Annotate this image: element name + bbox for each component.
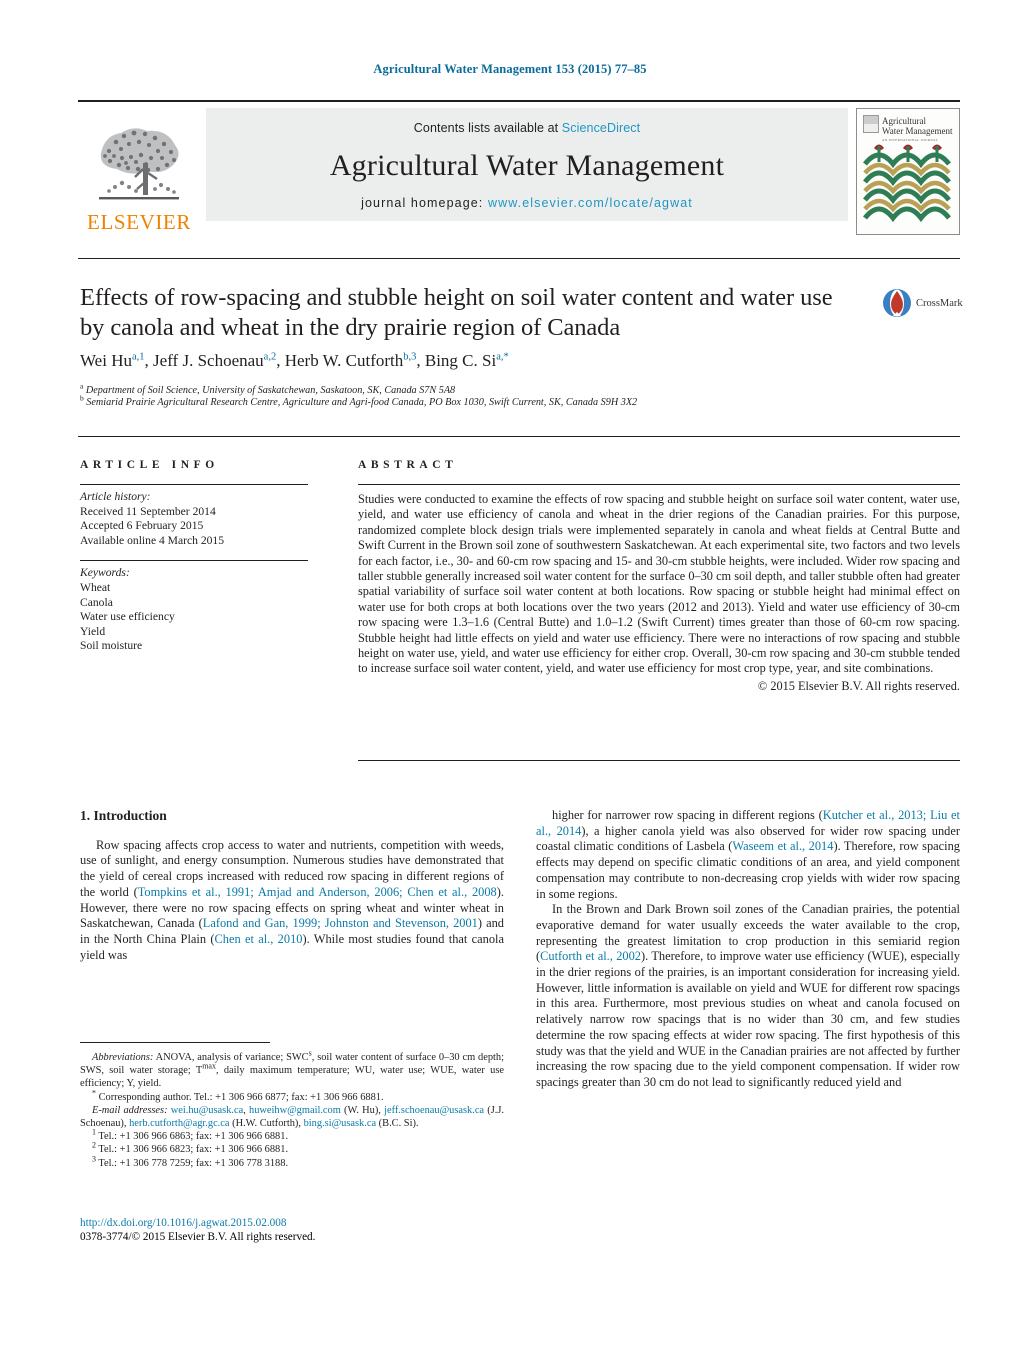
crossmark-badge[interactable]: CrossMark <box>882 288 963 318</box>
keywords-label: Keywords: <box>80 566 130 580</box>
keyword-item: Water use efficiency <box>80 610 175 624</box>
abstract-rule-bottom <box>358 760 960 761</box>
info-abstract-divider <box>78 436 960 437</box>
cover-elsevier-logo-icon <box>863 115 879 133</box>
affiliation-b-marker: b <box>80 393 84 403</box>
footnote-emails: E-mail addresses: wei.hu@usask.ca, huwei… <box>80 1104 504 1130</box>
abstract-copyright: © 2015 Elsevier B.V. All rights reserved… <box>757 678 960 693</box>
history-received: Received 11 September 2014 <box>80 504 216 518</box>
article-history-block: Article history: Received 11 September 2… <box>80 485 308 548</box>
cover-title-line2: Water Management <box>882 126 953 136</box>
running-head: Agricultural Water Management 153 (2015)… <box>373 62 647 76</box>
affiliation-b: b Semiarid Prairie Agricultural Research… <box>80 393 940 410</box>
keyword-item: Wheat <box>80 580 111 594</box>
abstract-text: Studies were conducted to examine the ef… <box>358 492 960 676</box>
footnote-note-3: 3 Tel.: +1 306 778 7259; fax: +1 306 778… <box>92 1154 289 1169</box>
footnote-note-1: 1 Tel.: +1 306 966 6863; fax: +1 306 966… <box>92 1127 289 1143</box>
journal-banner: ELSEVIER Contents lists available at Sci… <box>78 100 960 235</box>
elsevier-wordmark: ELSEVIER <box>87 210 191 234</box>
keyword-item: Soil moisture <box>80 639 143 653</box>
paper-page: Agricultural Water Management 153 (2015)… <box>0 0 1020 1351</box>
introduction-left-column: 1. Introduction Row spacing affects crop… <box>80 808 504 963</box>
journal-title: Agricultural Water Management <box>329 148 725 182</box>
footnotes-block: Abbreviations: ANOVA, analysis of varian… <box>80 1048 504 1170</box>
abstract-heading: ABSTRACT <box>358 459 458 471</box>
doi-link[interactable]: http://dx.doi.org/10.1016/j.agwat.2015.0… <box>80 1216 504 1230</box>
intro-paragraph-3: In the Brown and Dark Brown soil zones o… <box>536 902 960 1089</box>
crossmark-label: CrossMark <box>916 297 963 309</box>
section-heading-introduction: 1. Introduction <box>80 808 167 823</box>
footnote-note-2: 2 Tel.: +1 306 966 6823; fax: +1 306 966… <box>92 1140 289 1156</box>
title-divider <box>78 258 960 259</box>
sciencedirect-link[interactable]: ScienceDirect <box>562 121 640 135</box>
footnote-divider <box>80 1042 270 1043</box>
history-available-online: Available online 4 March 2015 <box>80 533 225 547</box>
crossmark-icon <box>883 289 911 317</box>
elsevier-tree-icon <box>99 128 179 200</box>
intro-paragraph-1: Row spacing affects crop access to water… <box>80 837 504 962</box>
article-info-heading: ARTICLE INFO <box>80 459 219 471</box>
keywords-block: Keywords: Wheat Canola Water use efficie… <box>80 561 308 654</box>
elsevier-logo: ELSEVIER <box>78 108 200 235</box>
introduction-right-column: higher for narrower row spacing in diffe… <box>536 808 960 1091</box>
footnote-abbreviations: Abbreviations: ANOVA, analysis of varian… <box>80 1048 504 1090</box>
issn-copyright-line: 0378-3774/© 2015 Elsevier B.V. All right… <box>80 1231 316 1243</box>
affiliation-b-text: Semiarid Prairie Agricultural Research C… <box>86 397 638 408</box>
author-list: Wei Hua,1, Jeff J. Schoenaua,2, Herb W. … <box>80 351 509 370</box>
article-history-label: Article history: <box>80 490 151 503</box>
affiliation-a: a Department of Soil Science, University… <box>80 381 940 398</box>
history-accepted: Accepted 6 February 2015 <box>80 519 204 533</box>
affiliation-a-marker: a <box>80 381 84 391</box>
homepage-prefix: journal homepage: <box>361 196 488 210</box>
keyword-item: Yield <box>80 624 106 638</box>
banner-center: Contents lists available at ScienceDirec… <box>206 108 848 221</box>
cover-title-line1: Agricultural <box>882 116 926 126</box>
keyword-item: Canola <box>80 595 113 609</box>
cover-title: Agricultural Water Management <box>882 116 953 136</box>
cover-artwork-icon <box>863 144 951 223</box>
contents-prefix: Contents lists available at <box>413 121 562 135</box>
doi-block: http://dx.doi.org/10.1016/j.agwat.2015.0… <box>80 1216 504 1244</box>
contents-available-line: Contents lists available at ScienceDirec… <box>414 121 640 135</box>
journal-cover-thumbnail: Agricultural Water Management AN INTERNA… <box>856 108 960 235</box>
footnote-corresponding-author: * Corresponding author. Tel.: +1 306 966… <box>92 1088 384 1103</box>
article-info-column: Article history: Received 11 September 2… <box>80 484 308 654</box>
page-title: Effects of row-spacing and stubble heigh… <box>80 284 833 341</box>
abstract-column: Studies were conducted to examine the ef… <box>358 484 960 694</box>
journal-homepage-line: journal homepage: www.elsevier.com/locat… <box>361 196 693 210</box>
homepage-url-link[interactable]: www.elsevier.com/locate/agwat <box>488 196 693 210</box>
intro-paragraph-2: higher for narrower row spacing in diffe… <box>536 808 960 901</box>
affiliation-a-text: Department of Soil Science, University o… <box>85 385 456 396</box>
